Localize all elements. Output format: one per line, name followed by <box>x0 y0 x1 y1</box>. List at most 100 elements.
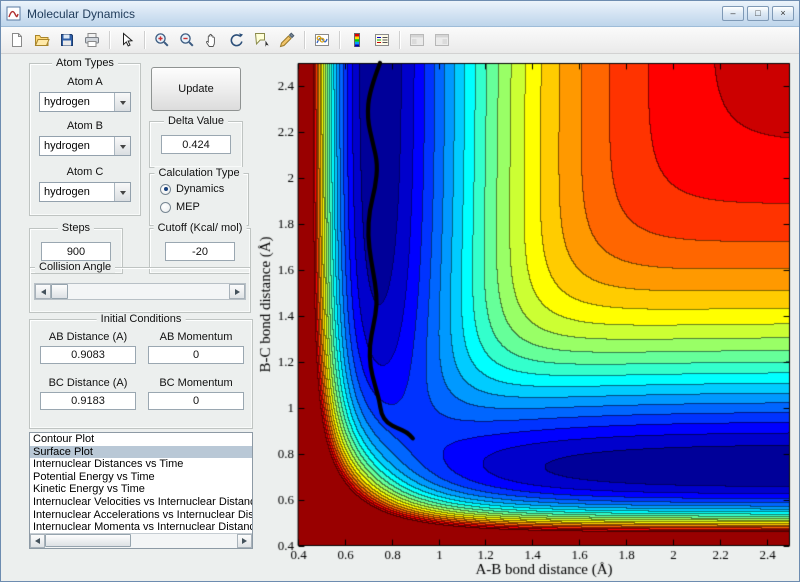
figure-toolbar <box>1 27 799 54</box>
new-figure-button[interactable] <box>5 29 29 52</box>
chevron-down-icon[interactable] <box>114 93 130 111</box>
app-icon <box>6 6 21 21</box>
atom-c-value: hydrogen <box>44 186 90 198</box>
right-arrow-icon <box>234 288 243 295</box>
atom-types-panel: Atom Types Atom A hydrogen Atom B hydrog… <box>29 57 141 216</box>
minimize-button[interactable]: – <box>722 6 744 21</box>
open-folder-icon <box>34 35 50 46</box>
steps-title: Steps <box>57 222 95 234</box>
insert-legend-button[interactable] <box>370 29 394 52</box>
cutoff-title: Cutoff (Kcal/ mol) <box>153 222 247 234</box>
listbox-horizontal-scrollbar[interactable] <box>30 533 252 548</box>
close-button[interactable]: × <box>772 6 794 21</box>
edit-plot-button[interactable] <box>115 29 139 52</box>
rotate-3d-icon <box>230 33 243 47</box>
collision-angle-scrollbar[interactable] <box>34 283 246 300</box>
print-figure-button[interactable] <box>80 29 104 52</box>
collision-angle-title: Collision Angle <box>35 261 116 273</box>
right-arrow-icon <box>242 538 250 544</box>
zoom-out-icon <box>180 33 194 47</box>
list-item[interactable]: Surface Plot <box>30 445 252 459</box>
brush-data-button[interactable] <box>275 29 299 52</box>
scroll-right-button[interactable] <box>229 284 245 299</box>
toolbar-separator <box>109 31 110 49</box>
list-item[interactable]: Potential Energy vs Time <box>30 471 252 484</box>
bc-momentum-input[interactable] <box>148 392 244 410</box>
chevron-down-icon[interactable] <box>114 137 130 155</box>
maximize-button[interactable]: □ <box>747 6 769 21</box>
list-item[interactable]: Kinetic Energy vs Time <box>30 483 252 496</box>
atom-c-dropdown[interactable]: hydrogen <box>39 182 131 202</box>
atom-b-label: Atom B <box>66 120 104 132</box>
left-arrow-icon <box>32 538 40 544</box>
app-window: Molecular Dynamics – □ × Atom Types Atom… <box>0 0 800 582</box>
delta-value-title: Delta Value <box>163 115 229 127</box>
zoom-out-button[interactable] <box>175 29 199 52</box>
radio-dynamics-label: Dynamics <box>176 183 225 195</box>
link-plot-button[interactable] <box>310 29 334 52</box>
ab-distance-label: AB Distance (A) <box>48 331 128 343</box>
toolbar-separator <box>339 31 340 49</box>
radio-mep-label: MEP <box>176 201 200 213</box>
bc-distance-input[interactable] <box>40 392 136 410</box>
plot-type-listbox[interactable]: Contour Plot Surface Plot Internuclear Dis… <box>29 432 253 549</box>
data-cursor-button[interactable] <box>250 29 274 52</box>
atom-a-value: hydrogen <box>44 96 90 108</box>
ab-momentum-label: AB Momentum <box>159 331 233 343</box>
printer-icon <box>85 33 99 47</box>
scroll-right-button[interactable] <box>237 534 252 548</box>
calculation-type-title: Calculation Type <box>154 167 244 179</box>
list-item[interactable]: Internuclear Momenta vs Internuclear Dis… <box>30 521 252 533</box>
scrollbar-thumb[interactable] <box>45 534 131 547</box>
steps-input[interactable] <box>41 242 111 261</box>
save-icon <box>61 34 73 46</box>
atom-b-value: hydrogen <box>44 140 90 152</box>
ab-momentum-input[interactable] <box>148 346 244 364</box>
show-plot-tools-button[interactable] <box>430 29 454 52</box>
list-item[interactable]: Internuclear Distances vs Time <box>30 458 252 471</box>
list-item[interactable]: Contour Plot <box>30 433 252 446</box>
scrollbar-thumb[interactable] <box>51 284 68 299</box>
zoom-in-icon <box>155 33 169 47</box>
scroll-left-button[interactable] <box>30 534 45 548</box>
atom-a-dropdown[interactable]: hydrogen <box>39 92 131 112</box>
initial-conditions-panel: Initial Conditions AB Distance (A) AB Mo… <box>29 313 253 429</box>
zoom-in-button[interactable] <box>150 29 174 52</box>
delta-value-input[interactable] <box>161 135 231 154</box>
rotate-3d-button[interactable] <box>225 29 249 52</box>
scrollbar-track[interactable] <box>51 284 229 299</box>
list-item[interactable]: Internuclear Velocities vs Internuclear … <box>30 496 252 509</box>
hand-pan-icon <box>206 33 215 47</box>
pes-plot-canvas[interactable] <box>257 57 797 579</box>
atom-a-label: Atom A <box>67 76 103 88</box>
data-cursor-icon <box>254 33 269 47</box>
toolbar-separator <box>399 31 400 49</box>
window-title: Molecular Dynamics <box>27 6 136 21</box>
hide-plot-tools-button[interactable] <box>405 29 429 52</box>
atom-types-title: Atom Types <box>52 57 118 69</box>
pan-button[interactable] <box>200 29 224 52</box>
scrollbar-track[interactable] <box>45 534 237 548</box>
update-button[interactable]: Update <box>151 67 241 111</box>
bc-distance-label: BC Distance (A) <box>48 377 128 389</box>
hide-plot-tools-icon <box>410 34 424 46</box>
calculation-type-panel: Calculation Type Dynamics MEP <box>149 167 249 226</box>
save-figure-button[interactable] <box>55 29 79 52</box>
radio-dynamics[interactable]: Dynamics <box>160 183 224 195</box>
list-item[interactable]: Internuclear Accelerations vs Internucle… <box>30 509 252 522</box>
scroll-left-button[interactable] <box>35 284 51 299</box>
open-file-button[interactable] <box>30 29 54 52</box>
radio-mep[interactable]: MEP <box>160 201 200 213</box>
ab-distance-input[interactable] <box>40 346 136 364</box>
title-bar: Molecular Dynamics – □ × <box>1 1 799 27</box>
atom-b-dropdown[interactable]: hydrogen <box>39 136 131 156</box>
left-arrow-icon <box>38 288 46 295</box>
radio-mep-circle[interactable] <box>160 201 171 213</box>
show-plot-tools-icon <box>435 34 449 46</box>
radio-dynamics-circle[interactable] <box>160 183 171 195</box>
toolbar-separator <box>144 31 145 49</box>
chevron-down-icon[interactable] <box>114 183 130 201</box>
insert-colorbar-button[interactable] <box>345 29 369 52</box>
toolbar-separator <box>304 31 305 49</box>
cutoff-input[interactable] <box>165 242 235 261</box>
